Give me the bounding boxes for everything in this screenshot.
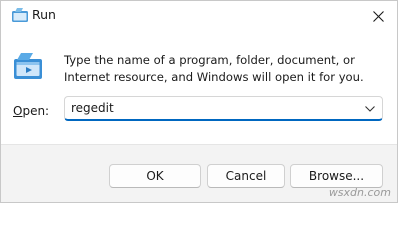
dropdown-button[interactable]: [361, 100, 379, 117]
watermark: wsxdn.com: [328, 186, 391, 199]
dialog-footer: OK Cancel Browse... wsxdn.com: [1, 144, 397, 202]
open-label: Open:: [13, 104, 49, 118]
open-label-text: pen:: [22, 104, 50, 118]
close-button[interactable]: [359, 1, 397, 31]
ok-button[interactable]: OK: [109, 164, 201, 188]
open-input[interactable]: [65, 97, 361, 119]
run-icon: [12, 51, 44, 83]
close-icon: [372, 10, 384, 22]
dialog-description: Type the name of a program, folder, docu…: [64, 53, 364, 84]
window-title: Run: [32, 7, 56, 22]
run-app-icon: [11, 7, 29, 23]
browse-button[interactable]: Browse...: [290, 164, 383, 188]
dialog-body: Type the name of a program, folder, docu…: [1, 31, 397, 144]
open-combobox[interactable]: [64, 96, 383, 121]
title-bar: Run: [1, 1, 397, 31]
cancel-button[interactable]: Cancel: [207, 164, 285, 188]
run-dialog: Run Type the name of a program, folder, …: [0, 0, 398, 203]
chevron-down-icon: [365, 105, 375, 112]
